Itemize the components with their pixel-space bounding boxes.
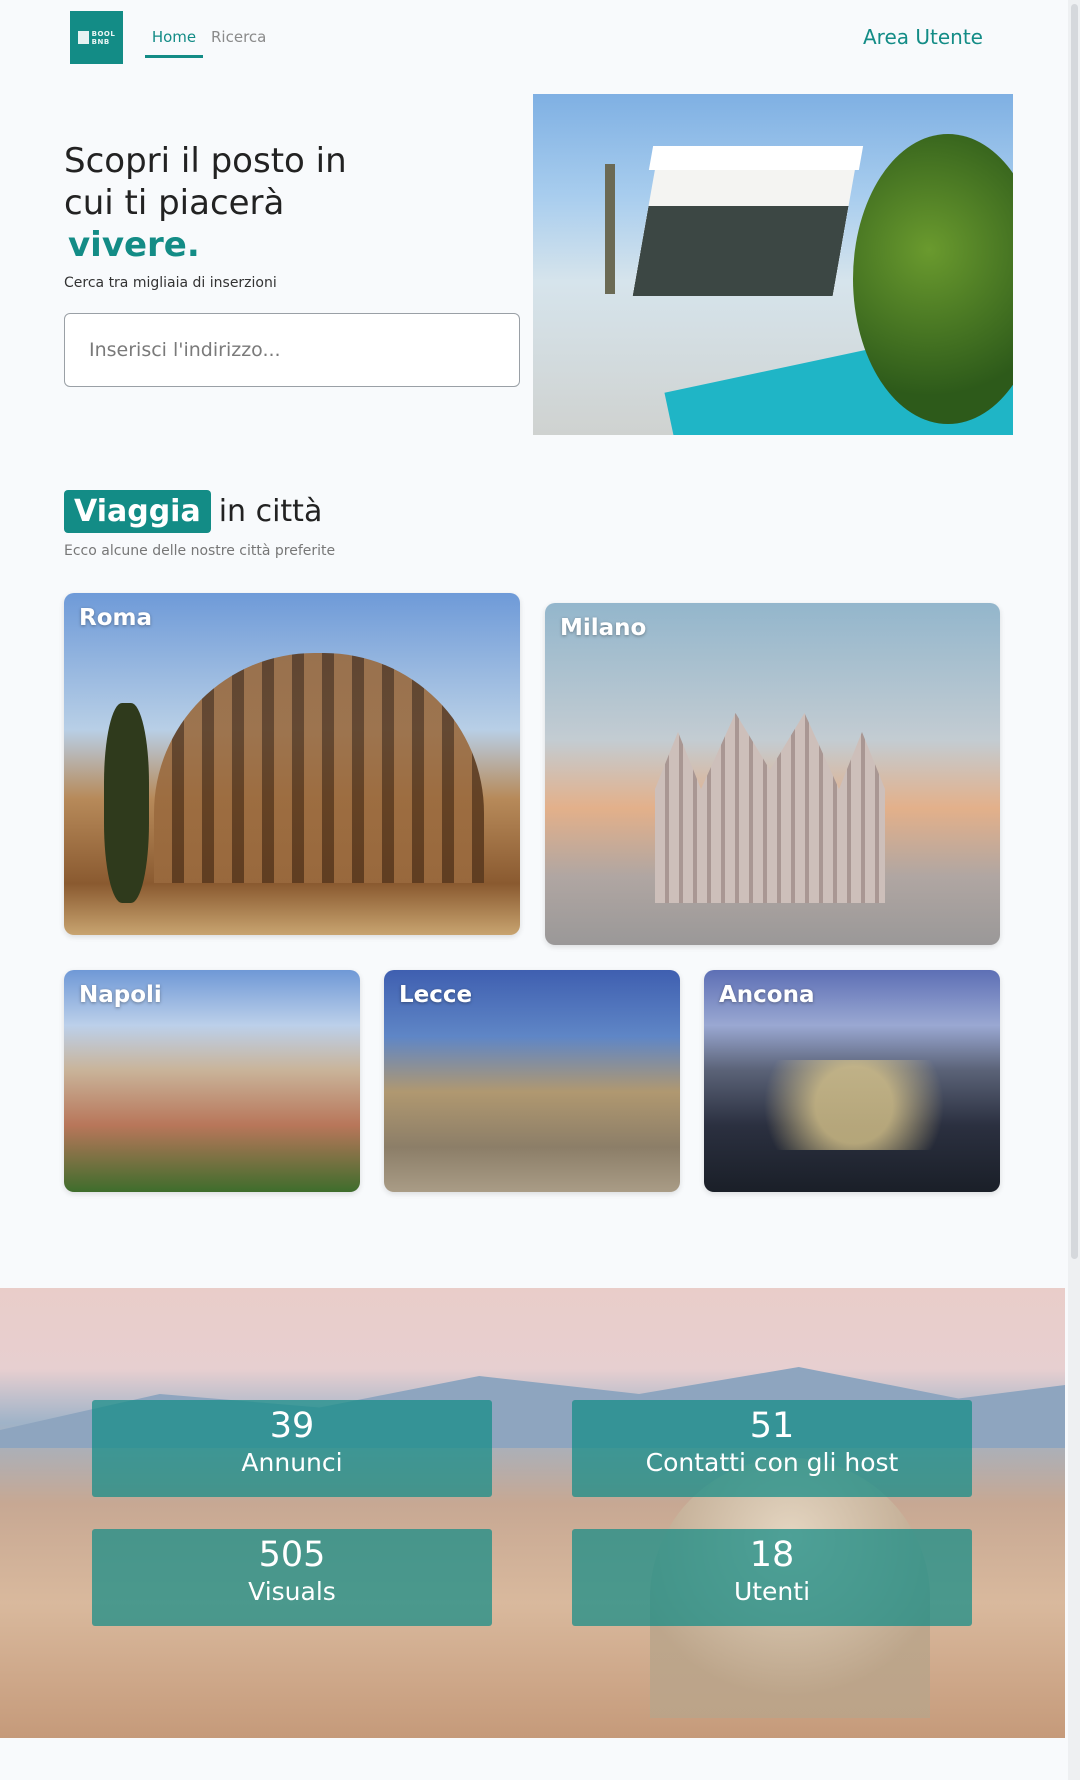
nav-home-link[interactable]: Home <box>145 26 203 58</box>
scrollbar-thumb[interactable] <box>1071 4 1078 1259</box>
stat-label: Annunci <box>241 1448 343 1477</box>
house-roof <box>648 146 864 170</box>
cypress-tree <box>104 703 149 903</box>
cities-title-rest: in città <box>218 494 323 529</box>
stat-value: 39 <box>269 1406 315 1446</box>
logo-line-1: BOOL <box>91 29 116 38</box>
cities-section-subtitle: Ecco alcune delle nostre città preferite <box>64 543 336 559</box>
city-card-milano[interactable]: Milano <box>545 603 1000 945</box>
stat-value: 505 <box>258 1535 326 1575</box>
logo-text: BOOL BNB <box>92 30 116 46</box>
stat-card-annunci: 39 Annunci <box>92 1400 492 1497</box>
duomo-shape <box>655 713 885 903</box>
stat-label: Visuals <box>248 1577 336 1606</box>
stat-label: Utenti <box>733 1577 811 1606</box>
stat-label: Contatti con gli host <box>645 1448 899 1477</box>
city-label: Napoli <box>79 982 162 1008</box>
colosseum-shape <box>154 653 484 883</box>
page-scrollbar[interactable] <box>1068 0 1080 1780</box>
stat-card-utenti: 18 Utenti <box>572 1529 972 1626</box>
city-lights <box>734 1060 974 1150</box>
city-card-napoli[interactable]: Napoli <box>64 970 360 1192</box>
logo[interactable]: BOOL BNB <box>70 11 123 64</box>
nav-ricerca-link[interactable]: Ricerca <box>211 26 266 46</box>
address-search-input[interactable] <box>64 313 520 387</box>
hero-title-line-2: cui ti piacerà <box>64 183 285 223</box>
stat-value: 51 <box>749 1406 795 1446</box>
area-utente-link[interactable]: Area Utente <box>863 25 983 49</box>
house-shape <box>632 156 858 296</box>
city-label: Lecce <box>399 982 473 1008</box>
city-card-lecce[interactable]: Lecce <box>384 970 680 1192</box>
cities-title-badge: Viaggia <box>64 490 211 533</box>
palm-tree <box>605 164 615 294</box>
hero-title: Scopri il posto in cui ti piacerà vivere… <box>64 140 444 266</box>
stats-background-image <box>0 1288 1065 1738</box>
city-label: Milano <box>560 615 647 641</box>
stat-card-visuals: 505 Visuals <box>92 1529 492 1626</box>
stat-value: 18 <box>749 1535 795 1575</box>
hero-title-line-1: Scopri il posto in <box>64 141 347 181</box>
logo-mark-icon <box>77 31 89 44</box>
city-label: Roma <box>79 605 152 631</box>
hero-house-image <box>533 94 1013 435</box>
stat-card-contatti: 51 Contatti con gli host <box>572 1400 972 1497</box>
cities-section-title: Viaggia in città <box>64 490 322 533</box>
city-card-ancona[interactable]: Ancona <box>704 970 1000 1192</box>
hero-subtitle: Cerca tra migliaia di inserzioni <box>64 275 277 291</box>
logo-line-2: BNB <box>91 37 110 46</box>
city-card-roma[interactable]: Roma <box>64 593 520 935</box>
hero-title-accent: vivere. <box>68 225 200 265</box>
city-label: Ancona <box>719 982 815 1008</box>
